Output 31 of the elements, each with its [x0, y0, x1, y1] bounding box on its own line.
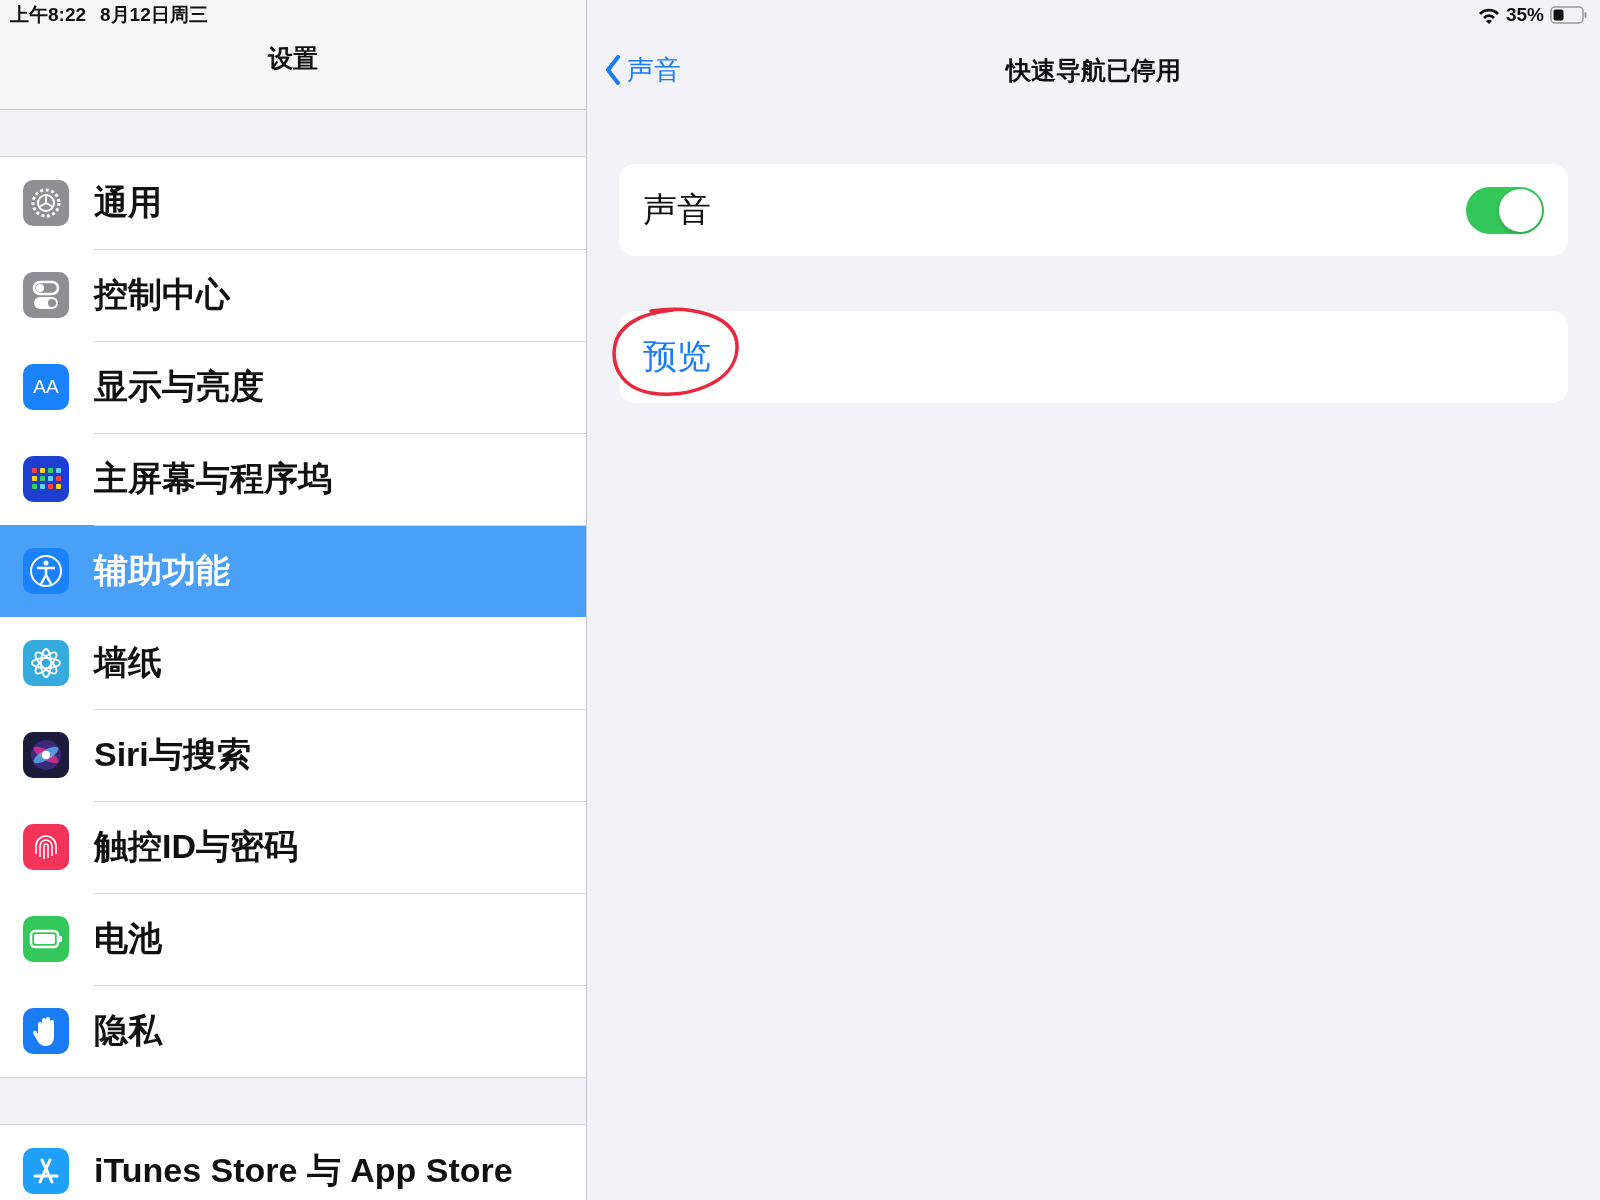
battery-icon — [23, 916, 69, 962]
appstore-icon — [23, 1148, 69, 1194]
toggle-switch[interactable] — [1466, 186, 1544, 234]
back-button[interactable]: 声音 — [605, 52, 681, 88]
fingerprint-icon — [23, 824, 69, 870]
status-date: 8月12日周三 — [100, 3, 208, 27]
preview-link[interactable]: 预览 — [643, 334, 711, 380]
settings-item[interactable]: 隐私 — [0, 985, 586, 1077]
settings-item[interactable]: 主屏幕与程序坞 — [0, 433, 586, 525]
settings-item[interactable]: 电池 — [0, 893, 586, 985]
settings-item[interactable]: Siri与搜索 — [0, 709, 586, 801]
settings-item[interactable]: AA 显示与亮度 — [0, 341, 586, 433]
switches-icon — [23, 272, 69, 318]
accessibility-icon — [23, 548, 69, 594]
settings-item[interactable]: iTunes Store 与 App Store — [0, 1125, 586, 1200]
setting-label: 声音 — [643, 189, 712, 230]
settings-item[interactable]: 控制中心 — [0, 249, 586, 341]
settings-item[interactable]: 通用 — [0, 157, 586, 249]
sidebar-title: 设置 — [268, 43, 318, 74]
wifi-icon — [1477, 6, 1500, 24]
grid-icon — [23, 456, 69, 502]
settings-item[interactable]: 触控ID与密码 — [0, 801, 586, 893]
page-title: 快速导航已停用 — [1006, 54, 1181, 86]
settings-item[interactable]: 墙纸 — [0, 617, 586, 709]
hand-icon — [23, 1008, 69, 1054]
chevron-left-icon — [605, 55, 621, 85]
status-time: 上午8:22 — [10, 3, 87, 27]
gear-icon — [23, 180, 69, 226]
battery-percent: 35% — [1505, 4, 1544, 26]
battery-icon — [1550, 6, 1588, 24]
display-icon: AA — [23, 364, 69, 410]
